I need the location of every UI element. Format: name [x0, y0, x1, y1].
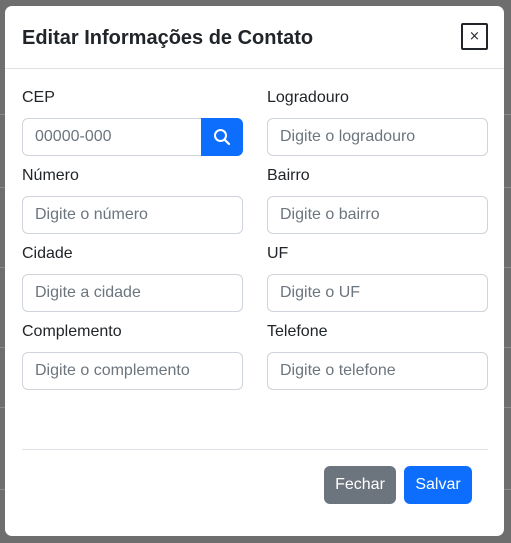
close-button[interactable]: × — [461, 23, 488, 50]
close-modal-button[interactable]: Fechar — [324, 466, 396, 504]
cep-input[interactable] — [22, 118, 202, 156]
numero-input[interactable] — [22, 196, 243, 234]
cidade-input[interactable] — [22, 274, 243, 312]
modal-backdrop[interactable]: Editar Informações de Contato × CEP Logr… — [0, 0, 511, 543]
modal-title: Editar Informações de Contato — [22, 27, 314, 49]
complemento-input[interactable] — [22, 352, 243, 390]
logradouro-input[interactable] — [267, 118, 488, 156]
telefone-label: Telefone — [267, 323, 328, 340]
logradouro-label: Logradouro — [267, 89, 349, 106]
uf-label: UF — [267, 245, 289, 262]
cep-label: CEP — [22, 89, 55, 106]
save-button[interactable]: Salvar — [404, 466, 472, 504]
complemento-label: Complemento — [22, 323, 122, 340]
search-icon — [214, 129, 231, 146]
cidade-label: Cidade — [22, 245, 73, 262]
search-cep-button[interactable] — [201, 118, 243, 156]
edit-contact-modal: Editar Informações de Contato × CEP Logr… — [5, 6, 504, 536]
telefone-input[interactable] — [267, 352, 488, 390]
numero-label: Número — [22, 167, 79, 184]
footer-divider — [22, 449, 488, 450]
bairro-label: Bairro — [267, 167, 310, 184]
bairro-input[interactable] — [267, 196, 488, 234]
uf-input[interactable] — [267, 274, 488, 312]
modal-header: Editar Informações de Contato × — [5, 6, 504, 69]
